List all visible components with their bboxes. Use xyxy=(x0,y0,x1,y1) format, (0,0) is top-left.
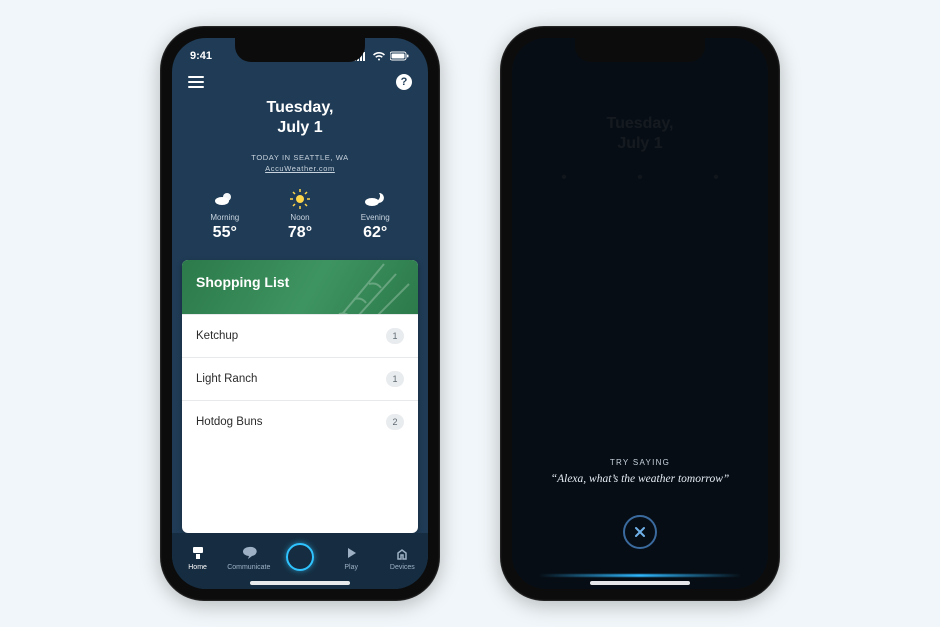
list-item-label: Hotdog Buns xyxy=(196,416,263,428)
date-line-2: July 1 xyxy=(172,118,428,138)
count-badge: 1 xyxy=(386,371,404,387)
list-item-label: Light Ranch xyxy=(196,373,257,385)
menu-button[interactable] xyxy=(188,76,204,88)
statusbar-time: 9:41 xyxy=(190,50,212,62)
wifi-icon xyxy=(372,51,386,61)
tab-label: Devices xyxy=(390,564,415,571)
shopping-list-card[interactable]: Shopping List Ketchup 1 Light Ranch 1 xyxy=(182,260,418,534)
weather-source-link[interactable]: AccuWeather.com xyxy=(265,164,335,173)
voice-hint: TRY SAYING “Alexa, what’s the weather to… xyxy=(512,458,768,485)
list-item[interactable]: Hotdog Buns 2 xyxy=(182,400,418,443)
help-button[interactable]: ? xyxy=(396,74,412,90)
tab-label: Play xyxy=(344,564,358,571)
device-notch xyxy=(235,38,365,62)
tab-home[interactable]: Home xyxy=(175,544,221,571)
forecast-morning: Morning 55° xyxy=(210,189,239,242)
forecast-noon: Noon 78° xyxy=(288,189,312,242)
voice-overlay-dim xyxy=(512,38,768,589)
list-item-label: Ketchup xyxy=(196,330,238,342)
date-line-1: Tuesday, xyxy=(172,98,428,118)
card-header: Shopping List xyxy=(182,260,418,314)
devices-icon xyxy=(394,544,410,562)
close-voice-button[interactable] xyxy=(623,515,657,549)
tab-play[interactable]: Play xyxy=(328,544,374,571)
voice-hint-label: TRY SAYING xyxy=(512,458,768,467)
location-text: TODAY IN SEATTLE, WA xyxy=(172,152,428,163)
tab-label: Communicate xyxy=(227,564,270,571)
forecast-evening: Evening 62° xyxy=(361,189,390,242)
tab-label: Home xyxy=(188,564,207,571)
forecast-temp: 62° xyxy=(361,224,390,242)
voice-hint-quote: “Alexa, what’s the weather tomorrow” xyxy=(512,473,768,485)
forecast-temp: 55° xyxy=(210,224,239,242)
tab-communicate[interactable]: Communicate xyxy=(226,544,272,571)
home-indicator[interactable] xyxy=(250,581,350,585)
tab-alexa-voice[interactable] xyxy=(277,543,323,571)
list-item[interactable]: Light Ranch 1 xyxy=(182,357,418,400)
phone-left: 9:41 ? Tuesday, July 1 TODAY IN SEATTLE,… xyxy=(160,26,440,601)
forecast-temp: 78° xyxy=(288,224,312,242)
forecast-row: Morning 55° Noon 78° Evening 62° xyxy=(172,175,428,260)
phone-right: Tuesday, July 1 • • • TRY SAYING “Alexa,… xyxy=(500,26,780,601)
sunny-icon xyxy=(288,189,312,209)
forecast-label: Evening xyxy=(361,213,390,222)
voice-activity-bar xyxy=(538,574,743,577)
device-notch xyxy=(575,38,705,62)
count-badge: 2 xyxy=(386,414,404,430)
battery-icon xyxy=(390,51,410,61)
count-badge: 1 xyxy=(386,328,404,344)
alexa-ring-icon xyxy=(286,543,314,571)
leaf-decoration-icon xyxy=(314,260,418,314)
card-title: Shopping List xyxy=(196,274,289,290)
home-indicator[interactable] xyxy=(590,581,690,585)
forecast-label: Noon xyxy=(288,213,312,222)
tab-devices[interactable]: Devices xyxy=(379,544,425,571)
partly-cloudy-icon xyxy=(210,189,239,209)
home-icon xyxy=(190,544,206,562)
speech-bubble-icon xyxy=(241,544,257,562)
list-item[interactable]: Ketchup 1 xyxy=(182,314,418,357)
forecast-label: Morning xyxy=(210,213,239,222)
date-heading: Tuesday, July 1 xyxy=(172,94,428,138)
night-cloudy-icon xyxy=(361,189,390,209)
play-icon xyxy=(343,544,359,562)
weather-caption: TODAY IN SEATTLE, WA AccuWeather.com xyxy=(172,152,428,175)
close-icon xyxy=(633,525,647,539)
